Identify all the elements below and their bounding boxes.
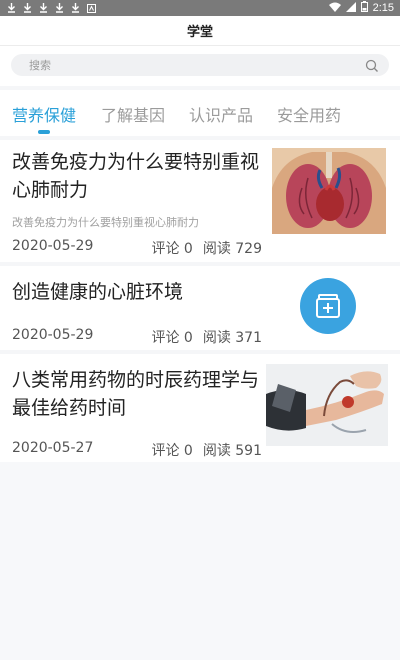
article-date: 2020-05-29 [12, 238, 94, 254]
blood-pressure-photo[interactable] [266, 364, 388, 446]
tab-products[interactable]: 认识产品 [189, 102, 253, 126]
article-title[interactable]: 改善免疫力为什么要特别重视心肺耐力 [12, 148, 264, 204]
signal-icon [345, 1, 356, 15]
search-input[interactable] [29, 58, 365, 72]
article-reads: 阅读 371 [202, 330, 262, 346]
article-title[interactable]: 创造健康的心脏环境 [12, 278, 264, 306]
article-subtitle: 改善免疫力为什么要特别重视心肺耐力 [12, 216, 199, 229]
search-field[interactable] [11, 54, 389, 76]
article-comments: 评论 0 [151, 330, 193, 346]
article-title[interactable]: 八类常用药物的时辰药理学与最佳给药时间 [12, 366, 264, 422]
notification-icons [6, 3, 96, 13]
search-icon[interactable] [365, 58, 379, 72]
article-comments: 评论 0 [151, 443, 193, 459]
article-date: 2020-05-29 [12, 327, 94, 343]
category-tabs: 营养保健 了解基因 认识产品 安全用药 [0, 90, 400, 136]
tab-nutrition[interactable]: 营养保健 [12, 102, 76, 126]
download-icon [22, 3, 32, 13]
search-bar [0, 46, 400, 86]
status-bar: 2:15 [0, 0, 400, 16]
article-reads: 阅读 591 [202, 443, 262, 459]
status-time: 2:15 [372, 2, 394, 14]
download-icon [38, 3, 48, 13]
article-card[interactable]: 八类常用药物的时辰药理学与最佳给药时间 2020-05-27 评论 0 阅读 5… [0, 354, 400, 462]
article-card[interactable]: 创造健康的心脏环境 2020-05-29 评论 0 阅读 371 [0, 266, 400, 350]
download-icon [70, 3, 80, 13]
wifi-icon [328, 2, 341, 15]
page-title: 学堂 [186, 25, 213, 40]
article-meta: 2020-05-29 评论 0 阅读 371 [12, 327, 262, 347]
medicine-box-icon[interactable] [299, 277, 357, 335]
article-meta: 2020-05-27 评论 0 阅读 591 [12, 440, 262, 460]
app-bar: 学堂 [0, 16, 400, 46]
lungs-heart-illustration[interactable] [272, 148, 386, 234]
article-date: 2020-05-27 [12, 440, 94, 456]
battery-icon [360, 1, 368, 15]
download-icon [6, 3, 16, 13]
tab-genes[interactable]: 了解基因 [101, 102, 165, 126]
tab-medication-safety[interactable]: 安全用药 [277, 102, 341, 126]
app-icon [86, 3, 96, 13]
download-icon [54, 3, 64, 13]
list-empty-area [0, 462, 400, 660]
tab-indicator [38, 130, 50, 134]
article-card[interactable]: 改善免疫力为什么要特别重视心肺耐力 改善免疫力为什么要特别重视心肺耐力 2020… [0, 140, 400, 262]
article-reads: 阅读 729 [202, 241, 262, 257]
article-comments: 评论 0 [151, 241, 193, 257]
article-meta: 2020-05-29 评论 0 阅读 729 [12, 238, 262, 258]
